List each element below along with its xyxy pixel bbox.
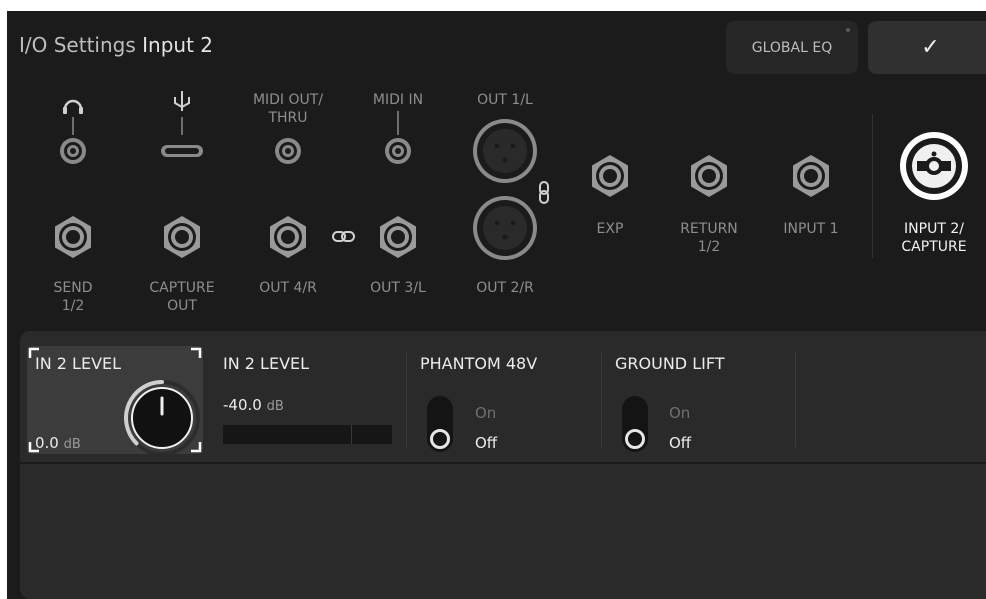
in2-level-knob-card[interactable]: IN 2 LEVEL 0.0 dB [27,346,203,454]
input1-label: INPUT 1 [783,221,839,237]
out2-label: OUT 2/R [476,280,534,296]
phantom-toggle[interactable] [427,396,453,452]
out2-xlr-jack[interactable] [473,196,537,260]
link-icon [332,231,355,242]
column-divider [601,351,602,447]
column-divider [795,351,796,447]
phantom-off-option[interactable]: Off [475,434,497,452]
phantom-label: PHANTOM 48V [420,354,538,373]
ground-lift-label: GROUND LIFT [615,354,725,373]
headphone-jack[interactable] [60,138,86,164]
phantom-toggle-knob [430,429,450,449]
exp-jack[interactable] [592,155,628,197]
midi-in-label: MIDI IN [372,92,424,108]
meter-value-number: -40.0 [223,396,262,414]
ground-lift-toggle[interactable] [622,396,648,452]
return-label: RETURN 1/2 [680,221,738,255]
meter-value-unit: dB [266,399,284,414]
column-divider [406,351,407,447]
exp-label: EXP [596,221,624,237]
send-label: SEND 1/2 [53,280,93,314]
midi-out-text: MIDI OUT/ THRU [252,92,324,126]
meter-label: IN 2 LEVEL [223,354,310,373]
out4-label: OUT 4/R [259,280,317,296]
usb-port-slot [165,148,199,154]
ground-lift-toggle-knob [625,429,645,449]
capture-out-label: CAPTURE OUT [149,280,215,314]
panel-divider [20,462,986,464]
usb-icon [174,91,190,135]
level-card-value: 0.0 dB [35,434,81,452]
input2-label: INPUT 2/ CAPTURE [901,221,967,255]
out3-label: OUT 3/L [370,280,426,296]
level-card-label: IN 2 LEVEL [35,354,122,373]
return-jack[interactable] [691,155,727,197]
divider [872,114,873,258]
midi-out-label: MIDI OUT/ THRU [235,91,341,127]
out1-label: OUT 1/L [477,92,533,108]
input1-jack[interactable] [793,155,829,197]
out4-jack[interactable] [270,216,306,258]
ground-lift-off-option[interactable]: Off [669,434,691,452]
midi-out-jack[interactable] [275,138,301,164]
level-value-unit: dB [63,437,81,452]
meter-value: -40.0 dB [223,396,284,414]
phantom-on-option[interactable]: On [475,404,496,422]
capture-out-jack[interactable] [164,216,200,258]
io-settings-screen: I/O Settings Input 2 GLOBAL EQ ✓ MIDI OU… [7,11,986,599]
send-jack[interactable] [55,216,91,258]
ground-lift-on-option[interactable]: On [669,404,690,422]
meter-segment-divider [351,425,352,444]
input2-combo-jack[interactable] [900,132,968,200]
link-vertical-icon [539,181,549,204]
midi-in-jack[interactable] [385,138,411,164]
level-meter [223,425,392,444]
headphones-icon [63,99,83,135]
knob-icon[interactable] [124,380,200,454]
out1-xlr-jack[interactable] [473,119,537,183]
out3-jack[interactable] [380,216,416,258]
level-value-number: 0.0 [35,434,59,452]
